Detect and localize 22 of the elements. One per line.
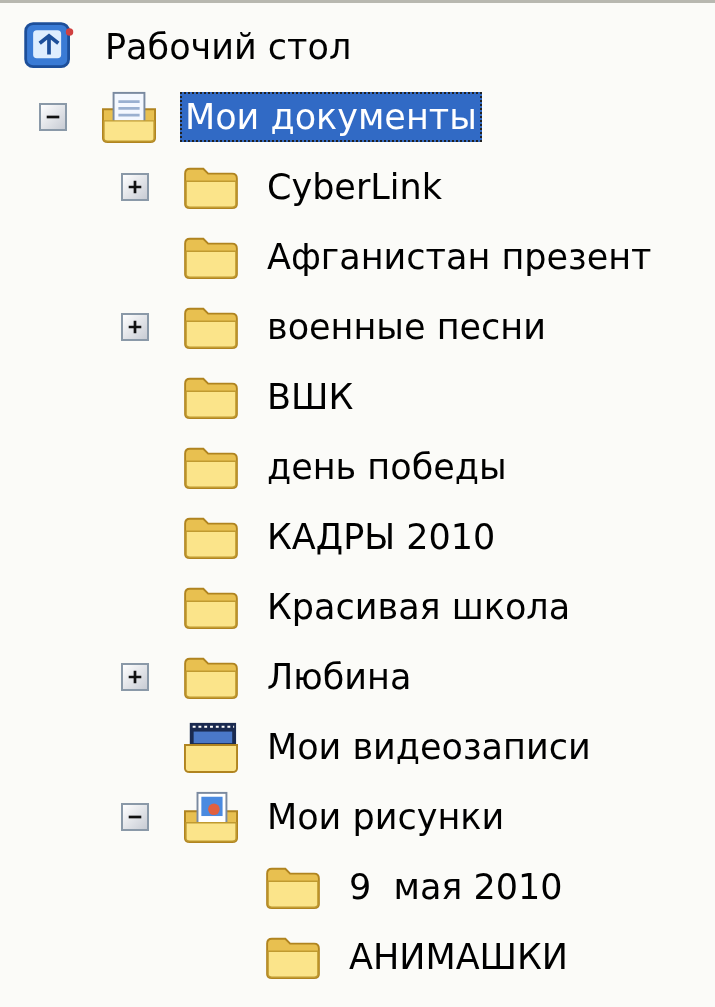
tree-item[interactable]: КАДРЫ 2010	[262, 512, 501, 562]
tree-item[interactable]: военные песни	[262, 302, 551, 352]
picture-folder-icon	[182, 790, 240, 844]
tree-item[interactable]: CyberLink	[262, 162, 447, 212]
tree-item[interactable]: АНИМАШКИ	[344, 932, 574, 982]
tree-item[interactable]: Афганистан презент	[262, 232, 657, 282]
expand-icon[interactable]	[121, 663, 149, 691]
tree-item[interactable]: Красивая школа	[262, 582, 576, 632]
expand-icon[interactable]	[121, 313, 149, 341]
expand-icon[interactable]	[121, 173, 149, 201]
tree-item[interactable]: день победы	[262, 442, 512, 492]
documents-folder-icon	[100, 90, 158, 144]
tree-item[interactable]: Мои видеозаписи	[262, 722, 596, 772]
collapse-icon[interactable]	[39, 103, 67, 131]
tree-item[interactable]: ВШК	[262, 372, 359, 422]
tree-item[interactable]: Мои документы	[180, 92, 482, 142]
film-folder-icon	[182, 720, 240, 774]
tree-item[interactable]: Рабочий стол	[100, 22, 357, 72]
tree-item[interactable]: Любина	[262, 652, 417, 702]
collapse-icon[interactable]	[121, 803, 149, 831]
tree-item[interactable]: 9 мая 2010	[344, 862, 568, 912]
tree-item[interactable]: Мои рисунки	[262, 792, 510, 842]
